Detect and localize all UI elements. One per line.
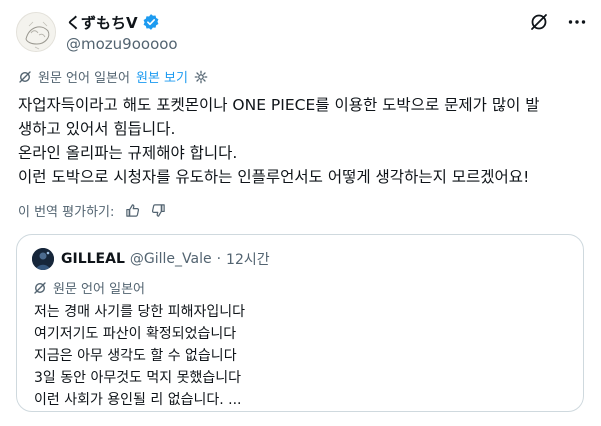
quote-handle: @Gille_Vale [129,251,212,267]
show-original-link[interactable]: 원본 보기 [136,67,188,86]
quote-line: 지금은 아무 생각도 할 수 없습니다 [34,348,237,364]
quoted-tweet-card[interactable]: GILLEAL @Gille_Vale · 12시간 원문 언어 일본어 저는 … [16,234,584,412]
avatar-sketch-icon [17,13,55,51]
translation-label: 원문 언어 일본어 [38,71,130,86]
quote-display-name: GILLEAL [61,251,125,267]
quote-author-avatar[interactable] [32,248,54,270]
author-display-name[interactable]: くずもちV [66,12,138,33]
quote-header: GILLEAL @Gille_Vale · 12시간 [61,249,270,269]
quote-line: 저는 경매 사기를 당한 피해자입니다 [34,304,245,320]
grok-slash-small-icon [34,281,46,294]
thumbs-up-icon[interactable] [124,203,140,219]
quote-translation-row: 원문 언어 일본어 [33,278,145,297]
quote-text: 저는 경매 사기를 당한 피해자입니다 여기저기도 파산이 확정되었습니다 지금… [34,301,245,411]
translation-row: 원문 언어 일본어 원본 보기 [18,67,208,86]
settings-gear-icon[interactable] [194,70,208,84]
tweet-line: 생하고 있어서 힘듭니다. [18,120,176,138]
author-block: くずもちV @mozu9ooooo [66,11,178,54]
verified-badge-icon [143,14,159,30]
author-avatar[interactable] [16,12,56,52]
tweet-line: 이런 도박으로 시청자를 유도하는 인플루언서도 어떻게 생각하는지 모르겠어요… [18,168,530,186]
top-actions [529,12,587,32]
tweet-line: 온라인 올리파는 규제해야 합니다. [18,144,238,162]
grok-slash-small-icon [18,70,32,84]
quote-line: 3일 동안 아무것도 먹지 못했습니다 [34,370,242,386]
author-name-row: くずもちV [66,11,178,33]
grok-slash-icon[interactable] [529,12,549,32]
quote-translation-label: 원문 언어 일본어 [53,282,145,297]
quote-line: 여기저기도 파산이 확정되었습니다 [34,326,237,342]
rate-translation-row: 이 번역 평가하기: [18,201,166,220]
quote-avatar-figure-icon [32,248,54,270]
thumbs-down-icon[interactable] [150,203,166,219]
rate-translation-label: 이 번역 평가하기: [18,205,115,220]
author-handle[interactable]: @mozu9ooooo [66,35,178,53]
quote-time: 12시간 [226,252,270,268]
quote-separator: · [216,251,222,267]
quote-line: 이런 사회가 용인될 리 없습니다. ... [34,392,242,408]
more-options-icon[interactable] [567,12,587,32]
tweet-text: 자업자득이라고 해도 포켓몬이나 ONE PIECE를 이용한 도박으로 문제가… [18,93,588,189]
tweet-line: 자업자득이라고 해도 포켓몬이나 ONE PIECE를 이용한 도박으로 문제가… [18,96,540,114]
